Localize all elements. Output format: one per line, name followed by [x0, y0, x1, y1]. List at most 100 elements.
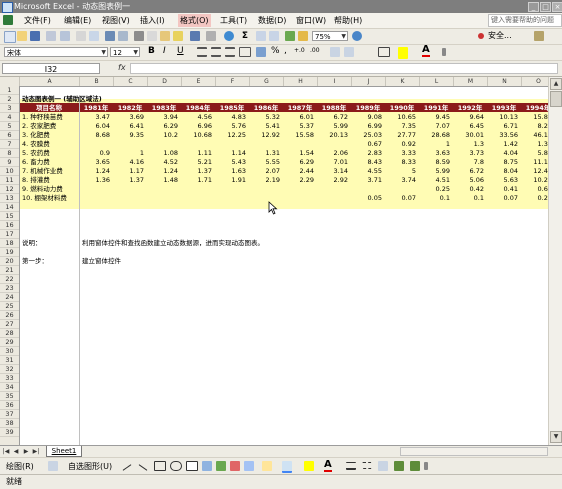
data-cell[interactable]: 5.32: [250, 113, 280, 122]
note-label-cell[interactable]: 说明：: [22, 239, 42, 248]
data-cell[interactable]: 0.42: [454, 185, 484, 194]
sheet-tab-sheet1[interactable]: Sheet1: [46, 446, 82, 457]
data-cell[interactable]: 1.3: [454, 140, 484, 149]
row-header[interactable]: 36: [0, 401, 19, 410]
data-cell[interactable]: 1.31: [250, 149, 280, 158]
vertical-scrollbar[interactable]: ▲ ▼: [548, 77, 562, 445]
italic-button[interactable]: I: [163, 46, 166, 56]
data-cell[interactable]: 4.83: [216, 113, 246, 122]
name-box[interactable]: I32: [2, 63, 100, 74]
paste-icon[interactable]: [160, 31, 170, 41]
column-header[interactable]: D: [148, 77, 182, 86]
row-header[interactable]: 21: [0, 266, 19, 275]
data-cell[interactable]: 15.58: [284, 131, 314, 140]
data-cell[interactable]: 5.99: [318, 122, 348, 131]
data-cell[interactable]: 0.41: [488, 185, 518, 194]
percent-button[interactable]: %: [271, 46, 280, 56]
header-year-cell[interactable]: 1981年: [80, 104, 112, 113]
data-cell[interactable]: 10.65: [386, 113, 416, 122]
autoshapes-button[interactable]: 自选图形(U): [68, 461, 112, 472]
row-header[interactable]: 28: [0, 329, 19, 338]
data-cell[interactable]: [80, 140, 110, 149]
header-year-cell[interactable]: 1991年: [420, 104, 452, 113]
data-cell[interactable]: [80, 185, 110, 194]
header-year-cell[interactable]: 1992年: [454, 104, 486, 113]
data-cell[interactable]: 10.29: [522, 176, 548, 185]
font-name-select[interactable]: 宋体 ▼: [4, 47, 108, 57]
wordart-icon[interactable]: [202, 461, 212, 471]
data-cell[interactable]: 1.37: [182, 167, 212, 176]
font-color-draw-icon[interactable]: A: [324, 460, 332, 472]
data-cell[interactable]: 0.92: [386, 140, 416, 149]
data-cell[interactable]: 5.37: [284, 122, 314, 131]
row-header[interactable]: 33: [0, 374, 19, 383]
data-cell[interactable]: 5.99: [420, 167, 450, 176]
row-header[interactable]: 26: [0, 311, 19, 320]
data-cell[interactable]: [318, 140, 348, 149]
clipart-icon[interactable]: [230, 461, 240, 471]
header-year-cell[interactable]: 1986年: [250, 104, 282, 113]
select-objects-icon[interactable]: [48, 461, 58, 471]
chart-wizard-icon[interactable]: [285, 31, 295, 41]
data-cell[interactable]: 1.08: [148, 149, 178, 158]
data-cell[interactable]: 4.56: [182, 113, 212, 122]
data-cell[interactable]: 7.35: [386, 122, 416, 131]
data-cell[interactable]: 15.82: [522, 113, 548, 122]
step-text-cell[interactable]: 建立窗体控件: [82, 257, 121, 266]
data-cell[interactable]: 10.68: [182, 131, 212, 140]
menu-edit[interactable]: 编辑(E): [62, 14, 93, 27]
data-cell[interactable]: [216, 194, 246, 203]
data-cell[interactable]: 0.62: [522, 185, 548, 194]
permission-icon[interactable]: [46, 31, 56, 41]
column-header[interactable]: G: [250, 77, 284, 86]
select-all-button[interactable]: [0, 77, 20, 86]
line-style-icon[interactable]: [346, 462, 356, 470]
font-size-select[interactable]: 12 ▼: [110, 47, 140, 57]
help-search-input[interactable]: 键入需要帮助的问题: [488, 14, 562, 27]
row-header[interactable]: 15: [0, 212, 19, 221]
insert-function-button[interactable]: fx: [118, 63, 126, 72]
scroll-down-icon[interactable]: ▼: [550, 431, 562, 443]
row-header[interactable]: 23: [0, 284, 19, 293]
data-cell[interactable]: 1.91: [216, 176, 246, 185]
data-cell[interactable]: 5.76: [216, 122, 246, 131]
row-header[interactable]: 35: [0, 392, 19, 401]
data-cell[interactable]: 2.06: [318, 149, 348, 158]
data-cell[interactable]: 4.16: [114, 158, 144, 167]
hyperlink-icon[interactable]: [224, 31, 234, 41]
column-header[interactable]: I: [318, 77, 352, 86]
scroll-up-icon[interactable]: ▲: [550, 78, 562, 90]
data-cell[interactable]: 6.29: [284, 158, 314, 167]
data-cell[interactable]: 0.07: [488, 194, 518, 203]
column-header[interactable]: A: [20, 77, 80, 86]
copy-icon[interactable]: [147, 31, 157, 41]
data-cell[interactable]: 1.36: [80, 176, 110, 185]
data-cell[interactable]: 9.08: [352, 113, 382, 122]
data-cell[interactable]: 9.64: [454, 113, 484, 122]
data-cell[interactable]: 8.43: [352, 158, 382, 167]
data-cell[interactable]: [114, 185, 144, 194]
row-header[interactable]: 37: [0, 410, 19, 419]
row-header[interactable]: 14: [0, 203, 19, 212]
scroll-thumb[interactable]: [550, 91, 562, 107]
column-header[interactable]: H: [284, 77, 318, 86]
data-cell[interactable]: 1.42: [488, 140, 518, 149]
data-cell[interactable]: 1.24: [80, 167, 110, 176]
data-cell[interactable]: 5.85: [522, 149, 548, 158]
data-cell[interactable]: 0.07: [386, 194, 416, 203]
data-cell[interactable]: 4.52: [148, 158, 178, 167]
data-cell[interactable]: 25.03: [352, 131, 382, 140]
item-name-cell[interactable]: 9. 燃料动力费: [22, 185, 63, 194]
data-cell[interactable]: 0.1: [420, 194, 450, 203]
data-cell[interactable]: 6.41: [114, 122, 144, 131]
data-cell[interactable]: 1.17: [114, 167, 144, 176]
data-cell[interactable]: [148, 140, 178, 149]
data-cell[interactable]: 3.14: [318, 167, 348, 176]
row-header[interactable]: 16: [0, 221, 19, 230]
data-cell[interactable]: [216, 140, 246, 149]
data-cell[interactable]: 3.65: [80, 158, 110, 167]
data-cell[interactable]: 2.29: [284, 176, 314, 185]
textbox-icon[interactable]: [186, 461, 198, 471]
data-cell[interactable]: 9.45: [420, 113, 450, 122]
borders-icon[interactable]: [378, 47, 390, 57]
